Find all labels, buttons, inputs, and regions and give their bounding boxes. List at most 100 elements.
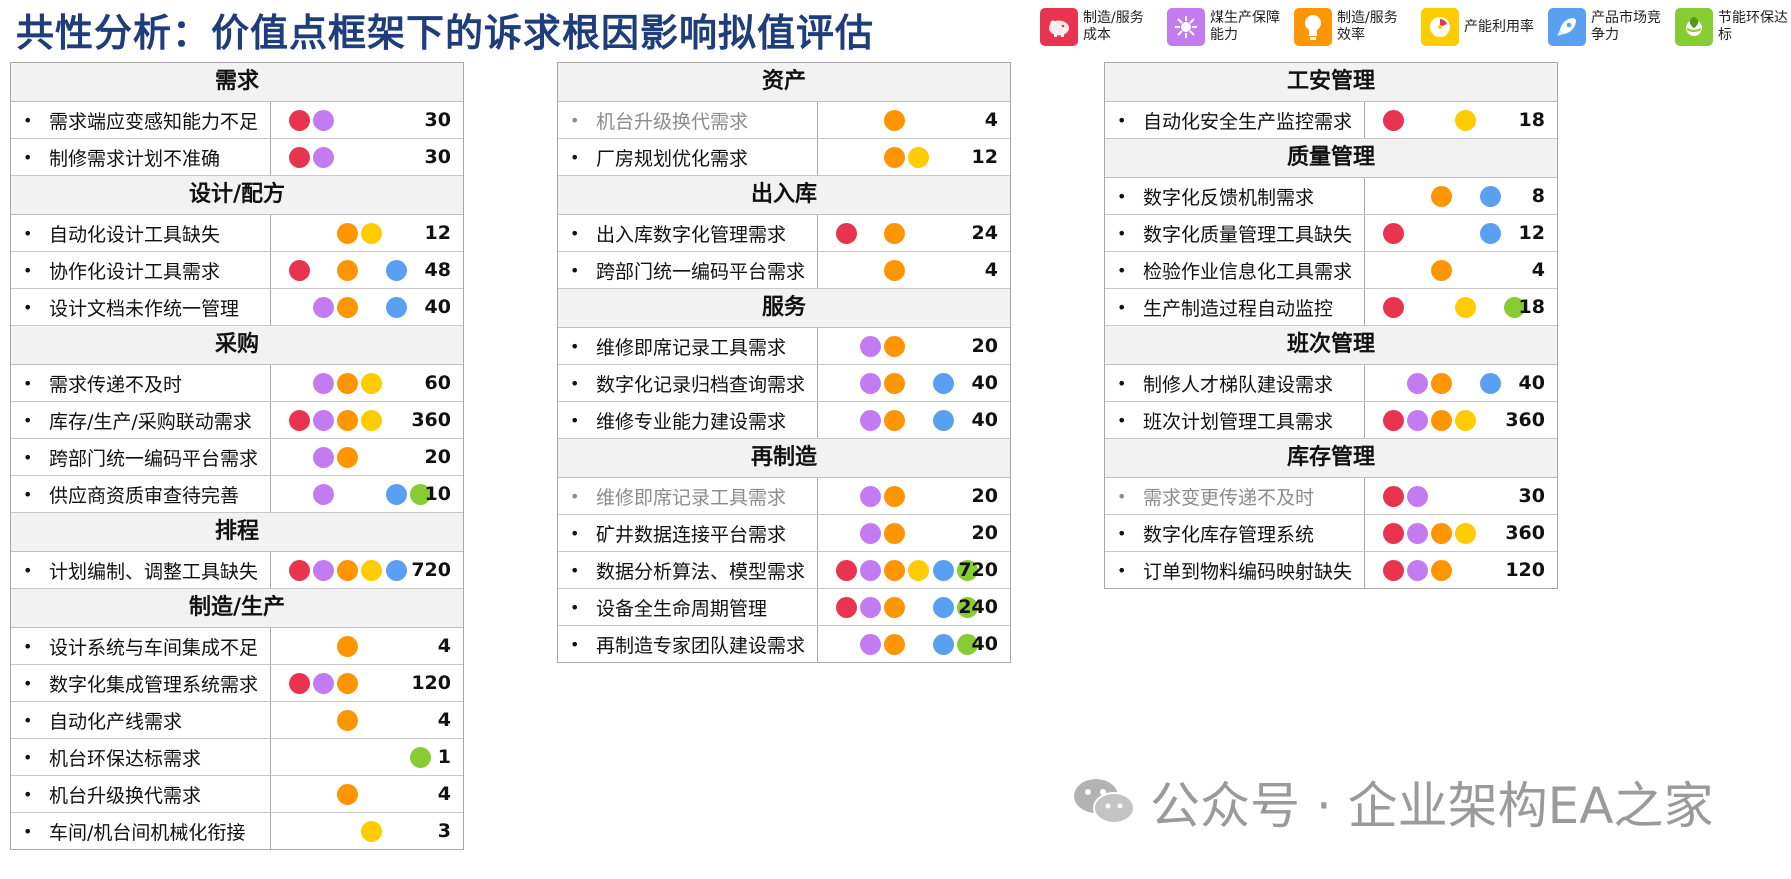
bullet-icon: •	[23, 784, 33, 804]
impact-score: 12	[971, 146, 998, 168]
value-dot-eff	[884, 486, 905, 507]
requirement-label: 机台升级换代需求	[49, 784, 202, 807]
bullet-icon: •	[570, 523, 580, 543]
value-dot-market	[1480, 223, 1501, 244]
requirement-label-cell: • 数字化记录归档查询需求	[558, 365, 818, 401]
wechat-icon	[1074, 779, 1135, 824]
section-title: 班次管理	[1105, 326, 1557, 365]
value-dot-green	[410, 747, 431, 768]
table-row: • 维修专业能力建设需求 40	[558, 402, 1010, 439]
value-dot-coal	[313, 110, 334, 131]
impact-score: 30	[424, 146, 451, 168]
value-point-cell: 120	[271, 665, 463, 701]
section-title: 再制造	[558, 439, 1010, 478]
value-dot-coal	[1407, 373, 1428, 394]
requirement-label: 数字化质量管理工具缺失	[1143, 223, 1353, 246]
value-dot-eff	[337, 373, 358, 394]
table-row: • 数据分析算法、模型需求 720	[558, 552, 1010, 589]
impact-score: 18	[1518, 109, 1545, 131]
section-title: 排程	[11, 513, 463, 552]
table-row: • 自动化产线需求 4	[11, 702, 463, 739]
value-point-cell: 4	[818, 102, 1010, 138]
bullet-icon: •	[1117, 186, 1127, 206]
leaf-globe-icon	[1675, 8, 1713, 46]
value-dot-eff	[337, 560, 358, 581]
requirement-label: 矿井数据连接平台需求	[596, 523, 787, 546]
requirement-label-cell: • 自动化安全生产监控需求	[1105, 102, 1365, 138]
value-dot-cost	[836, 560, 857, 581]
value-dot-eff	[337, 260, 358, 281]
requirement-label: 厂房规划优化需求	[596, 147, 749, 170]
value-dot-eff	[337, 297, 358, 318]
value-dot-util	[361, 821, 382, 842]
requirement-label-cell: • 跨部门统一编码平台需求	[11, 439, 271, 475]
requirement-label-cell: • 需求端应变感知能力不足	[11, 102, 271, 138]
value-point-cell: 360	[1365, 402, 1557, 438]
value-dot-util	[1455, 297, 1476, 318]
value-dot-coal	[313, 410, 334, 431]
requirement-label-cell: • 维修即席记录工具需求	[558, 328, 818, 364]
table-row: • 出入库数字化管理需求 24	[558, 215, 1010, 252]
table-row: • 维修即席记录工具需求 20	[558, 478, 1010, 515]
legend-item-green: 节能环保达标	[1675, 8, 1791, 46]
value-dot-eff	[1431, 260, 1452, 281]
impact-score: 20	[971, 335, 998, 357]
legend-label: 产能利用率	[1464, 18, 1534, 35]
bullet-icon: •	[23, 260, 33, 280]
impact-score: 12	[1518, 222, 1545, 244]
table-row: • 机台环保达标需求 1	[11, 739, 463, 776]
table-row: • 需求传递不及时 60	[11, 365, 463, 402]
impact-score: 720	[411, 559, 451, 581]
requirement-label: 协作化设计工具需求	[49, 260, 221, 283]
value-dot-coal	[1407, 560, 1428, 581]
value-dot-eff	[1431, 186, 1452, 207]
value-dot-eff	[884, 523, 905, 544]
impact-score: 30	[1518, 485, 1545, 507]
value-dot-market	[1480, 186, 1501, 207]
value-dot-coal	[860, 597, 881, 618]
requirement-label: 维修专业能力建设需求	[596, 410, 787, 433]
requirement-label: 跨部门统一编码平台需求	[596, 260, 806, 283]
impact-score: 720	[958, 559, 998, 581]
value-dot-coal	[313, 560, 334, 581]
value-point-cell: 40	[818, 402, 1010, 438]
value-point-cell: 720	[818, 552, 1010, 588]
impact-score: 360	[411, 409, 451, 431]
impact-score: 40	[424, 296, 451, 318]
bullet-icon: •	[23, 373, 33, 393]
bullet-icon: •	[570, 634, 580, 654]
bullet-icon: •	[1117, 223, 1127, 243]
value-dot-market	[933, 634, 954, 655]
requirement-label-cell: • 数字化库存管理系统	[1105, 515, 1365, 551]
bullet-icon: •	[570, 560, 580, 580]
table-row: • 需求变更传递不及时 30	[1105, 478, 1557, 515]
value-point-cell: 720	[271, 552, 463, 588]
value-dot-cost	[1383, 110, 1404, 131]
value-point-cell: 4	[271, 776, 463, 812]
value-point-cell: 360	[1365, 515, 1557, 551]
bullet-icon: •	[23, 147, 33, 167]
value-point-cell: 30	[271, 102, 463, 138]
table-row: • 数字化集成管理系统需求 120	[11, 665, 463, 702]
bullet-icon: •	[570, 373, 580, 393]
requirement-label-cell: • 设备全生命周期管理	[558, 589, 818, 625]
requirement-label: 数据分析算法、模型需求	[596, 560, 806, 583]
requirement-label-cell: • 维修专业能力建设需求	[558, 402, 818, 438]
value-dot-market	[933, 560, 954, 581]
value-dot-cost	[1383, 410, 1404, 431]
bullet-icon: •	[1117, 486, 1127, 506]
value-dot-eff	[884, 336, 905, 357]
requirement-label-cell: • 需求传递不及时	[11, 365, 271, 401]
table-row: • 数字化质量管理工具缺失 12	[1105, 215, 1557, 252]
value-dot-coal	[1407, 486, 1428, 507]
requirement-label-cell: • 自动化产线需求	[11, 702, 271, 738]
impact-score: 4	[984, 109, 998, 131]
value-point-cell: 20	[271, 439, 463, 475]
value-point-cell: 1	[271, 739, 463, 775]
value-point-cell: 40	[271, 289, 463, 325]
bullet-icon: •	[23, 710, 33, 730]
impact-score: 4	[984, 259, 998, 281]
value-dot-eff	[884, 373, 905, 394]
value-point-cell: 30	[271, 139, 463, 175]
table-row: • 库存/生产/采购联动需求 360	[11, 402, 463, 439]
